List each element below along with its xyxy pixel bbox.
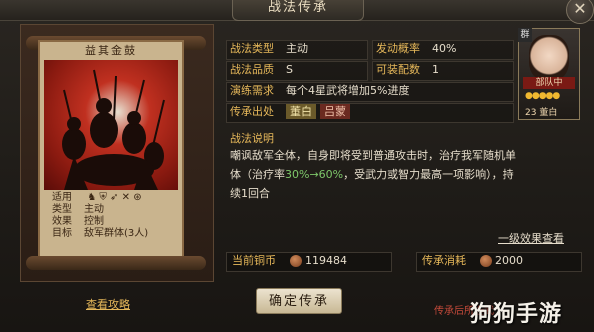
inherit-cost: 传承消耗 2000 — [422, 254, 523, 267]
skill-artwork — [44, 60, 178, 190]
copper-coin-icon — [480, 255, 492, 267]
hero-level-name: 23 董白 — [525, 108, 558, 118]
trigger-rate: 发动概率 40% — [376, 42, 457, 55]
skill-attributes: 适用 ♞ ⛨ ➶ ✕ ⊛ 类型 主动 效果 控制 目标 敌军群体(3人) — [52, 192, 148, 240]
skill-type: 战法类型 主动 — [230, 42, 308, 55]
bow-icon: ➶ — [110, 192, 119, 203]
siege-icon: ⊛ — [133, 192, 142, 203]
current-copper: 当前铜币 119484 — [232, 254, 347, 267]
hero-stars: ●●●●● — [525, 91, 560, 101]
equip-count: 可装配数 1 — [376, 63, 439, 76]
source-hero-name[interactable]: 吕蒙 — [320, 104, 350, 119]
confirm-inherit-button[interactable]: 确定传承 — [256, 288, 342, 314]
copper-coin-icon — [290, 255, 302, 267]
hero-avatar — [529, 35, 569, 81]
window-title: 战法传承 — [232, 0, 364, 21]
scroll-rod-bottom — [26, 256, 206, 270]
practice-demand: 演练需求 每个4星武将增加5%进度 — [230, 84, 410, 97]
skill-quality: 战法品质 S — [230, 63, 293, 76]
source-hero-name[interactable]: 董白 — [286, 104, 316, 119]
level1-effect-link[interactable]: 一级效果查看 — [498, 230, 564, 246]
attr-row: 目标 敌军群体(3人) — [52, 228, 149, 239]
window-frame: 战法传承 ✕ 益其金鼓 适用 ♞ ⛨ ➶ ✕ ⊛ 类型 主动 效果 控制 目标 … — [0, 0, 594, 332]
attr-row: 适用 ♞ ⛨ ➶ ✕ ⊛ — [52, 192, 142, 203]
attr-row: 效果 控制 — [52, 216, 104, 227]
faction-badge: 群 — [518, 28, 532, 42]
hero-status-tag: 部队中 — [523, 77, 575, 89]
watermark: 狗狗手游 — [470, 302, 563, 327]
skill-description: 嘲讽敌军全体，自身即将受到普通攻击时，治疗我军随机单 体（治疗率30%→60%，… — [230, 149, 516, 200]
skill-card: 益其金鼓 适用 ♞ ⛨ ➶ ✕ ⊛ 类型 主动 效果 控制 目标 敌军群体(3人… — [38, 40, 184, 262]
spear-icon: ✕ — [121, 192, 130, 203]
description-title: 战法说明 — [230, 132, 274, 145]
skill-card-title: 益其金鼓 — [85, 44, 137, 57]
cavalry-icon: ♞ — [87, 192, 97, 203]
shield-icon: ⛨ — [99, 192, 107, 203]
troop-icons: ♞ ⛨ ➶ ✕ ⊛ — [84, 192, 142, 203]
attr-row: 类型 主动 — [52, 204, 104, 215]
battle-silhouette-icon — [62, 69, 165, 190]
view-guide-link[interactable]: 查看攻略 — [86, 296, 130, 312]
inherit-source: 传承出处 董白 吕蒙 — [230, 104, 354, 120]
